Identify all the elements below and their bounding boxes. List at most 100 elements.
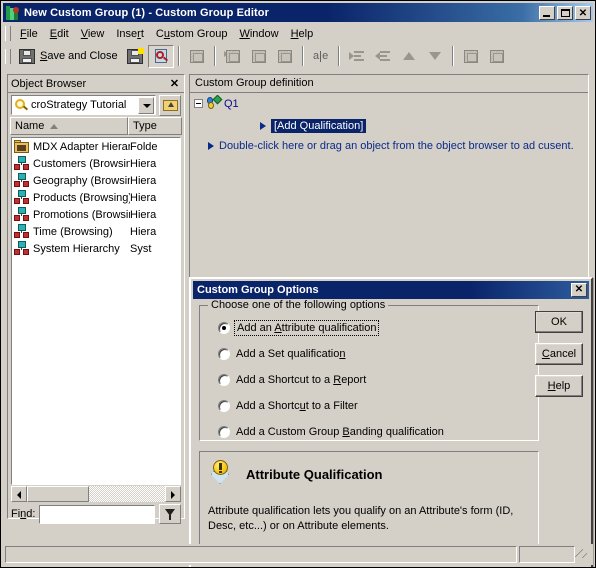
chevron-down-icon[interactable] xyxy=(138,96,154,114)
resize-grip-icon[interactable] xyxy=(575,546,591,563)
folder-up-button[interactable] xyxy=(159,94,181,116)
definition-hint-row[interactable]: Double-click here or drag an object from… xyxy=(192,137,586,154)
window-title: New Custom Group (1) - Custom Group Edit… xyxy=(24,6,269,19)
object-browser-column-headers: Name Type xyxy=(10,117,182,135)
list-item-name-label: Customers (Browsing) xyxy=(33,157,130,170)
list-item-type: Hiera xyxy=(130,208,157,221)
toolbar-separator-4 xyxy=(337,46,340,66)
menu-help[interactable]: Help xyxy=(285,26,320,42)
list-item-name: System Hierarchy xyxy=(14,241,130,256)
list-item[interactable]: System Hierarchy Syst xyxy=(12,240,180,257)
list-item[interactable]: Customers (Browsing) Hiera xyxy=(12,155,180,172)
radio-button-icon[interactable] xyxy=(218,400,230,412)
save-and-close-button[interactable]: Save and Close xyxy=(14,45,122,68)
scroll-left-button[interactable] xyxy=(11,486,27,502)
menubar: File Edit View Insert Custom Group Windo… xyxy=(3,24,593,43)
statusbar xyxy=(3,544,593,565)
radio-button-icon[interactable] xyxy=(218,426,230,438)
list-item[interactable]: Products (Browsing) Hiera xyxy=(12,189,180,206)
move-down-button[interactable] xyxy=(422,45,448,68)
object-browser-title: Object Browser xyxy=(11,77,87,90)
indent-left-button[interactable] xyxy=(370,45,396,68)
close-icon: ✕ xyxy=(578,7,588,19)
grid-group-icon xyxy=(462,48,480,65)
radio-set-qualification-label: Add a Set qualification xyxy=(236,348,346,360)
info-panel-text: Attribute qualification lets you qualify… xyxy=(208,505,514,532)
menu-view[interactable]: View xyxy=(75,26,111,42)
object-browser-horizontal-scrollbar[interactable] xyxy=(11,486,181,502)
project-selector-bar: croStrategy Tutorial xyxy=(8,93,184,117)
rename-button[interactable]: ae xyxy=(308,45,334,68)
grid-ungroup-icon xyxy=(488,48,506,65)
help-button[interactable]: Help xyxy=(535,375,583,397)
save-button[interactable] xyxy=(122,45,148,68)
minimize-button[interactable] xyxy=(539,5,555,20)
object-browser-panel: Object Browser ✕ croStrategy Tutorial Na… xyxy=(7,74,185,524)
cancel-button-label: Cancel xyxy=(541,348,577,360)
cancel-button[interactable]: Cancel xyxy=(535,343,583,365)
add-qualification-label[interactable]: [Add Qualification] xyxy=(271,118,367,133)
radio-attribute-qualification[interactable]: Add an Attribute qualification xyxy=(218,320,538,336)
radio-custom-group-banding[interactable]: Add a Custom Group Banding qualification xyxy=(218,424,538,440)
arrow-down-icon xyxy=(426,48,444,65)
object-browser-close-icon[interactable]: ✕ xyxy=(168,77,181,90)
sort-ascending-icon xyxy=(50,123,59,129)
list-item[interactable]: Geography (Browsing) Hiera xyxy=(12,172,180,189)
insert-filter-button[interactable] xyxy=(220,45,246,68)
window-titlebar[interactable]: New Custom Group (1) - Custom Group Edit… xyxy=(3,3,593,22)
save-and-close-label: Save and Close xyxy=(40,50,118,62)
hierarchy-icon xyxy=(14,190,30,205)
list-item-name-label: Promotions (Browsing) xyxy=(33,208,130,221)
scrollbar-track[interactable] xyxy=(27,486,165,502)
menu-file[interactable]: File xyxy=(14,26,44,42)
dialog-close-button[interactable]: ✕ xyxy=(571,283,587,297)
collapse-expander-icon[interactable] xyxy=(194,99,203,108)
custom-group-options-dialog: Custom Group Options ✕ Choose one of the… xyxy=(189,277,593,567)
list-item[interactable]: Promotions (Browsing) Hiera xyxy=(12,206,180,223)
menubar-grip[interactable] xyxy=(5,26,11,41)
list-item-type: Hiera xyxy=(130,157,157,170)
list-item-name-label: Products (Browsing) xyxy=(33,191,130,204)
list-item[interactable]: Time (Browsing) Hiera xyxy=(12,223,180,240)
insert-template-button[interactable] xyxy=(246,45,272,68)
indent-right-button[interactable] xyxy=(344,45,370,68)
list-item-name: Customers (Browsing) xyxy=(14,156,130,171)
list-item[interactable]: MDX Adapter Hierarchies Folde xyxy=(12,138,180,155)
find-input[interactable] xyxy=(39,504,155,524)
toolbar-grip[interactable] xyxy=(5,48,11,64)
menu-window[interactable]: Window xyxy=(233,26,284,42)
options-group-box: Choose one of the following options Add … xyxy=(199,299,539,441)
project-combo[interactable]: croStrategy Tutorial xyxy=(11,95,156,115)
insert-object-button[interactable] xyxy=(184,45,210,68)
view-report-button[interactable] xyxy=(147,44,174,68)
filter-button[interactable] xyxy=(159,504,181,524)
menu-edit[interactable]: Edit xyxy=(44,26,75,42)
radio-button-icon[interactable] xyxy=(218,322,230,334)
group-button[interactable] xyxy=(458,45,484,68)
radio-button-icon[interactable] xyxy=(218,348,230,360)
lightbulb-info-icon xyxy=(208,460,236,488)
move-up-button[interactable] xyxy=(396,45,422,68)
ungroup-button[interactable] xyxy=(484,45,510,68)
ok-button[interactable]: OK xyxy=(535,311,583,333)
radio-shortcut-to-report[interactable]: Add a Shortcut to a Report xyxy=(218,372,538,388)
menu-insert[interactable]: Insert xyxy=(110,26,150,42)
object-browser-list[interactable]: MDX Adapter Hierarchies Folde Customers … xyxy=(11,137,181,485)
tree-node-q1[interactable]: Q1 xyxy=(192,95,586,112)
scroll-right-button[interactable] xyxy=(165,486,181,502)
add-qualification-row[interactable]: [Add Qualification] xyxy=(192,117,586,134)
maximize-button[interactable] xyxy=(557,5,573,20)
hierarchy-icon xyxy=(14,241,30,256)
dialog-title: Custom Group Options xyxy=(197,284,319,296)
insert-prompt-button[interactable] xyxy=(272,45,298,68)
menu-custom-group[interactable]: Custom Group xyxy=(150,26,234,42)
list-item-type: Hiera xyxy=(130,225,157,238)
radio-set-qualification[interactable]: Add a Set qualification xyxy=(218,346,538,362)
close-button[interactable]: ✕ xyxy=(575,5,591,20)
column-header-type[interactable]: Type xyxy=(128,117,182,135)
column-header-name[interactable]: Name xyxy=(10,117,128,135)
scrollbar-thumb[interactable] xyxy=(27,486,89,502)
dialog-titlebar[interactable]: Custom Group Options ✕ xyxy=(193,281,589,299)
radio-button-icon[interactable] xyxy=(218,374,230,386)
radio-shortcut-to-filter[interactable]: Add a Shortcut to a Filter xyxy=(218,398,538,414)
